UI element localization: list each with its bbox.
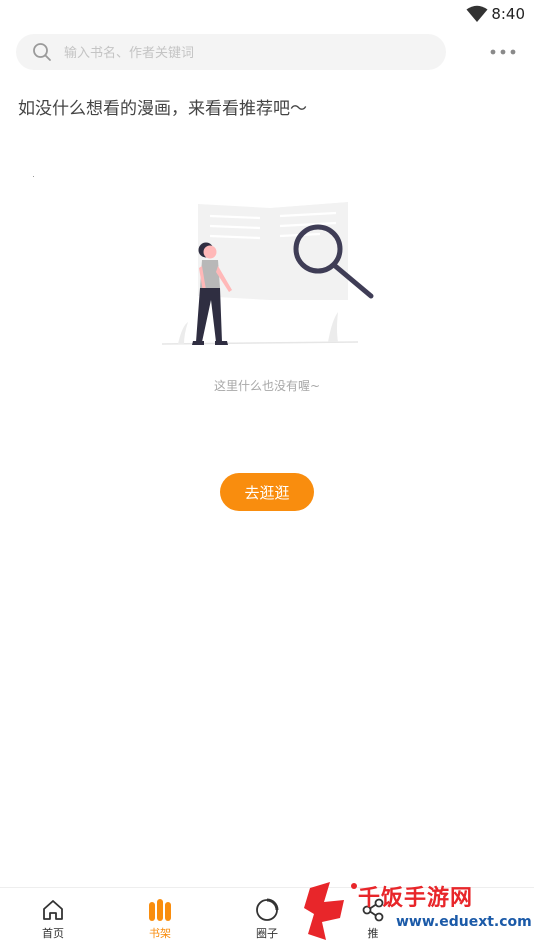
search-input[interactable] — [62, 34, 436, 72]
watermark-url: www.eduext.com — [396, 914, 532, 930]
wifi-icon — [466, 5, 488, 22]
tab-home[interactable]: 首页 — [0, 888, 106, 950]
search-icon — [33, 43, 51, 61]
empty-state-text: 这里什么也没有喔~ — [213, 379, 321, 393]
circle-icon — [256, 898, 279, 921]
tab-home-label: 首页 — [42, 927, 64, 940]
search-bar[interactable] — [16, 34, 446, 72]
tab-bookshelf-label: 书架 — [149, 927, 171, 940]
woman-reading-book-magnifier-illustration — [161, 202, 374, 345]
bookshelf-icon — [149, 899, 171, 921]
site-watermark: 千饭手游网 www.eduext.com — [300, 876, 534, 949]
more-horizontal-icon[interactable] — [488, 42, 518, 62]
tab-bookshelf[interactable]: 书架 — [107, 888, 213, 950]
browse-button[interactable]: 去逛逛 — [220, 473, 314, 511]
recommend-prompt: 如没什么想看的漫画，来看看推荐吧〜 — [18, 99, 307, 119]
status-time: 8:40 — [491, 5, 525, 23]
tiny-dot — [33, 176, 34, 177]
watermark-logo-icon — [304, 882, 357, 940]
status-bar: 8:40 — [0, 0, 534, 28]
watermark-text: 千饭手游网 — [358, 886, 474, 911]
home-icon — [43, 900, 63, 920]
